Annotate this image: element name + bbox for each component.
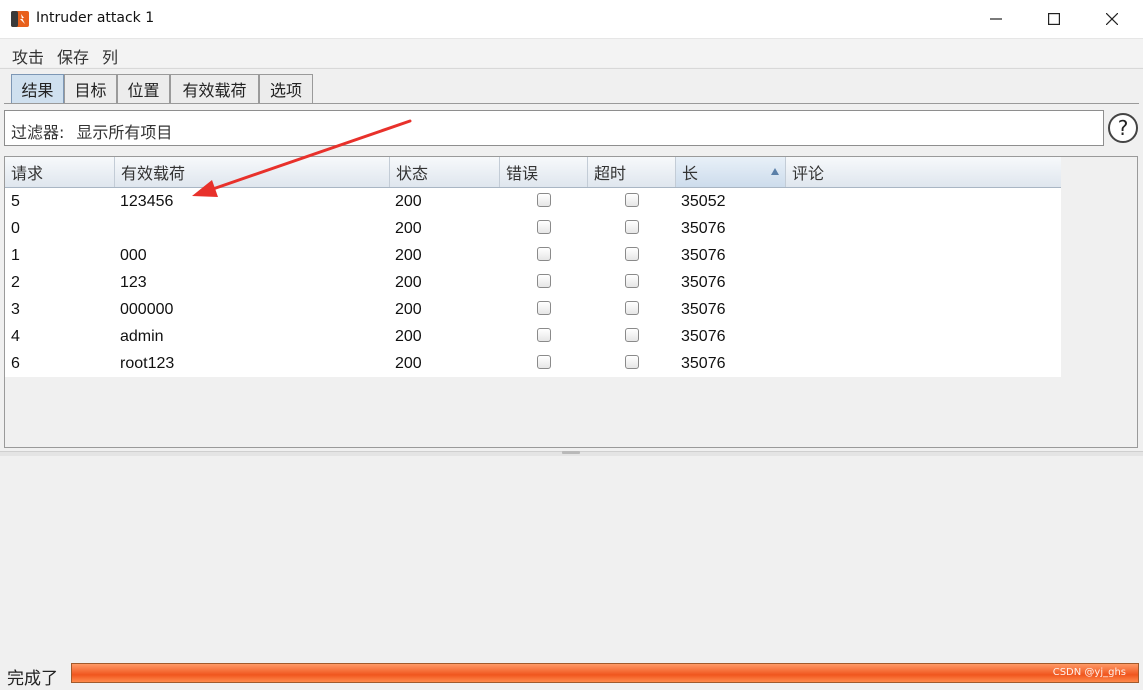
menu-save[interactable]: 保存 (57, 44, 89, 68)
cell-request: 3 (11, 301, 20, 318)
close-icon (1106, 13, 1118, 25)
detail-pane (0, 456, 1143, 656)
tab-options[interactable]: 选项 (259, 74, 313, 103)
title-bar: Intruder attack 1 (0, 0, 1143, 39)
minimize-button[interactable] (967, 0, 1025, 38)
cell-status: 200 (395, 220, 422, 237)
column-header-status[interactable]: 状态 (390, 157, 500, 187)
table-body: 5 123456 200 35052 0 200 35076 1 000 200… (5, 188, 1061, 377)
cell-length: 35076 (681, 247, 726, 264)
column-header-timeout[interactable]: 超时 (588, 157, 676, 187)
maximize-icon (1048, 13, 1060, 25)
cell-status: 200 (395, 247, 422, 264)
column-header-error[interactable]: 错误 (500, 157, 588, 187)
tab-payloads[interactable]: 有效载荷 (170, 74, 259, 103)
column-header-request[interactable]: 请求 (5, 157, 115, 187)
cell-payload: root123 (120, 355, 175, 372)
sort-ascending-icon (771, 168, 779, 175)
timeout-checkbox[interactable] (625, 220, 639, 234)
cell-request: 6 (11, 355, 20, 372)
help-button[interactable]: ? (1108, 113, 1138, 143)
cell-status: 200 (395, 355, 422, 372)
table-row[interactable]: 5 123456 200 35052 (5, 188, 1061, 215)
minimize-icon (990, 18, 1002, 20)
cell-payload: admin (120, 328, 164, 345)
error-checkbox[interactable] (537, 355, 551, 369)
cell-length: 35076 (681, 274, 726, 291)
filter-bar[interactable]: 过滤器: 显示所有项目 (4, 110, 1104, 146)
error-checkbox[interactable] (537, 247, 551, 261)
menu-columns[interactable]: 列 (102, 44, 118, 68)
tab-divider (4, 103, 1139, 104)
timeout-checkbox[interactable] (625, 274, 639, 288)
table-row[interactable]: 3 000000 200 35076 (5, 296, 1061, 323)
error-checkbox[interactable] (537, 274, 551, 288)
cell-status: 200 (395, 193, 422, 210)
filter-label: 过滤器: 显示所有项目 (11, 123, 173, 142)
maximize-button[interactable] (1025, 0, 1083, 38)
cell-length: 35076 (681, 220, 726, 237)
cell-length: 35076 (681, 355, 726, 372)
cell-payload: 123 (120, 274, 147, 291)
error-checkbox[interactable] (537, 193, 551, 207)
tab-positions[interactable]: 位置 (117, 74, 170, 103)
cell-payload: 000000 (120, 301, 174, 318)
timeout-checkbox[interactable] (625, 355, 639, 369)
cell-payload: 000 (120, 247, 147, 264)
table-row[interactable]: 4 admin 200 35076 (5, 323, 1061, 350)
table-row[interactable]: 0 200 35076 (5, 215, 1061, 242)
table-row[interactable]: 6 root123 200 35076 (5, 350, 1061, 377)
table-row[interactable]: 1 000 200 35076 (5, 242, 1061, 269)
status-text: 完成了 (7, 669, 58, 689)
column-header-comment[interactable]: 评论 (786, 157, 1061, 187)
watermark-text: CSDN @yj_ghs (1052, 667, 1126, 678)
timeout-checkbox[interactable] (625, 301, 639, 315)
table-header: 请求 有效载荷 状态 错误 超时 长 评论 (5, 157, 1061, 188)
tab-target[interactable]: 目标 (64, 74, 117, 103)
cell-length: 35076 (681, 328, 726, 345)
error-checkbox[interactable] (537, 328, 551, 342)
progress-bar: CSDN @yj_ghs (71, 663, 1139, 683)
cell-length: 35076 (681, 301, 726, 318)
tab-results[interactable]: 结果 (11, 74, 64, 103)
error-checkbox[interactable] (537, 220, 551, 234)
menu-attack[interactable]: 攻击 (12, 44, 44, 68)
timeout-checkbox[interactable] (625, 193, 639, 207)
splitter-grip-icon[interactable] (562, 451, 580, 454)
column-header-length[interactable]: 长 (676, 157, 786, 187)
timeout-checkbox[interactable] (625, 328, 639, 342)
error-checkbox[interactable] (537, 301, 551, 315)
window-title: Intruder attack 1 (36, 10, 155, 26)
cell-status: 200 (395, 328, 422, 345)
close-button[interactable] (1083, 0, 1141, 38)
cell-request: 0 (11, 220, 20, 237)
table-row[interactable]: 2 123 200 35076 (5, 269, 1061, 296)
cell-request: 5 (11, 193, 20, 210)
cell-request: 4 (11, 328, 20, 345)
burp-app-icon (11, 11, 29, 27)
cell-status: 200 (395, 301, 422, 318)
timeout-checkbox[interactable] (625, 247, 639, 261)
results-table: 请求 有效载荷 状态 错误 超时 长 评论 5 123456 200 35052… (4, 156, 1138, 448)
menu-bar: 攻击 保存 列 (0, 39, 1143, 67)
column-header-payload[interactable]: 有效载荷 (115, 157, 390, 187)
cell-payload: 123456 (120, 193, 174, 210)
filter-value: 显示所有项目 (76, 123, 173, 142)
cell-length: 35052 (681, 193, 726, 210)
cell-request: 2 (11, 274, 20, 291)
cell-status: 200 (395, 274, 422, 291)
progress-fill (72, 664, 1138, 682)
tab-strip: 结果 目标 位置 有效载荷 选项 (0, 68, 1143, 105)
cell-request: 1 (11, 247, 20, 264)
